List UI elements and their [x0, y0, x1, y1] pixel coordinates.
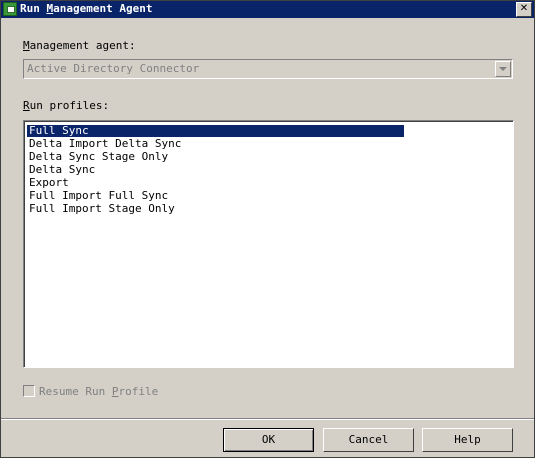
run-profile-item[interactable]: Delta Import Delta Sync — [27, 138, 404, 150]
help-button[interactable]: Help — [422, 428, 513, 452]
button-bar-separator — [1, 418, 534, 420]
title-bar[interactable]: Run Management Agent ✕ — [1, 1, 534, 18]
run-profile-item[interactable]: Full Import Full Sync — [27, 190, 404, 202]
label-text: anagement agent: — [29, 39, 136, 52]
management-agent-dropdown[interactable]: Active Directory Connector — [23, 59, 513, 79]
close-icon: ✕ — [519, 3, 529, 14]
resume-run-profile-checkbox[interactable] — [23, 385, 35, 397]
run-profile-item[interactable]: Full Import Stage Only — [27, 203, 404, 215]
resume-run-profile-label: Resume Run Profile — [39, 385, 158, 398]
cancel-button[interactable]: Cancel — [323, 428, 414, 452]
label-text: un profiles: — [29, 99, 110, 112]
run-profile-item[interactable]: Full Sync — [27, 125, 404, 137]
window-title: Run Management Agent — [20, 2, 152, 16]
ok-button[interactable]: OK — [223, 428, 314, 452]
label-text: Resume Run — [39, 385, 112, 398]
management-agent-value: Active Directory Connector — [27, 62, 200, 75]
run-profiles-label: Run profiles: — [23, 99, 109, 112]
run-profiles-list-inner: Full Sync Delta Import Delta Sync Delta … — [24, 121, 513, 367]
label-mnemonic: R — [23, 99, 30, 112]
run-management-agent-dialog: Run Management Agent ✕ Management agent:… — [0, 0, 535, 458]
label-mnemonic: M — [23, 39, 30, 52]
run-profile-item[interactable]: Delta Sync — [27, 164, 404, 176]
run-profile-item[interactable]: Delta Sync Stage Only — [27, 151, 404, 163]
management-agent-label: Management agent: — [23, 39, 136, 52]
title-part: Run — [20, 2, 47, 15]
app-icon — [3, 2, 17, 16]
dropdown-arrow-icon[interactable] — [495, 61, 511, 77]
run-profiles-list[interactable]: Full Sync Delta Import Delta Sync Delta … — [23, 120, 514, 368]
close-button[interactable]: ✕ — [516, 2, 532, 17]
title-part: anagement Agent — [53, 2, 153, 15]
label-text: rofile — [118, 385, 159, 398]
run-profile-item[interactable]: Export — [27, 177, 404, 189]
